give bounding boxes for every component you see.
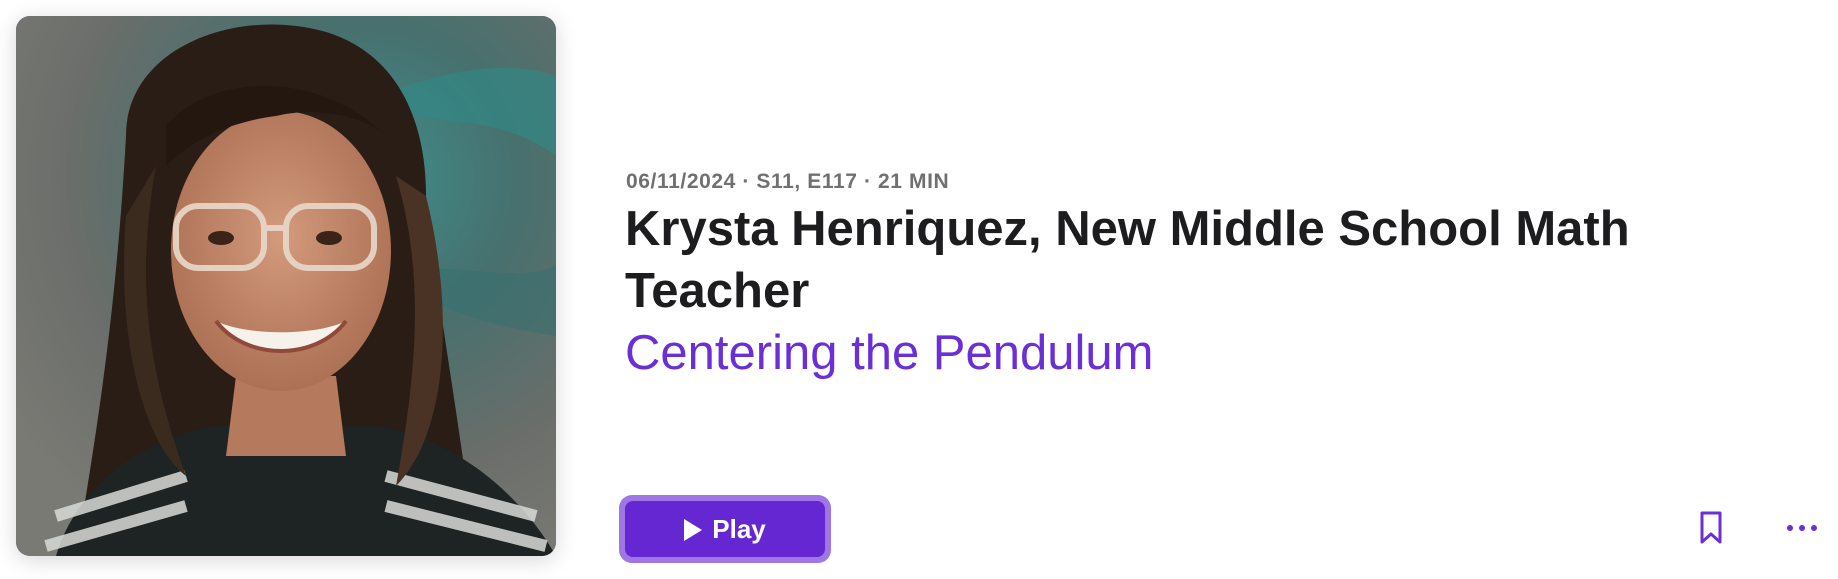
episode-artwork bbox=[16, 16, 556, 556]
portrait-image bbox=[16, 16, 556, 556]
more-options-button[interactable] bbox=[1780, 510, 1824, 546]
show-link[interactable]: Centering the Pendulum bbox=[625, 322, 1153, 384]
play-button-body: Play bbox=[625, 501, 825, 557]
episode-meta: 06/11/2024 · S11, E117 · 21 MIN bbox=[626, 170, 950, 193]
bookmark-icon bbox=[1700, 511, 1722, 544]
bookmark-button[interactable] bbox=[1691, 504, 1731, 552]
episode-title: Krysta Henriquez, New Middle School Math… bbox=[625, 202, 1630, 318]
play-button-label: Play bbox=[712, 513, 766, 544]
play-icon bbox=[684, 518, 703, 541]
more-dots-icon bbox=[1787, 525, 1793, 531]
play-button[interactable]: Play bbox=[619, 495, 831, 563]
